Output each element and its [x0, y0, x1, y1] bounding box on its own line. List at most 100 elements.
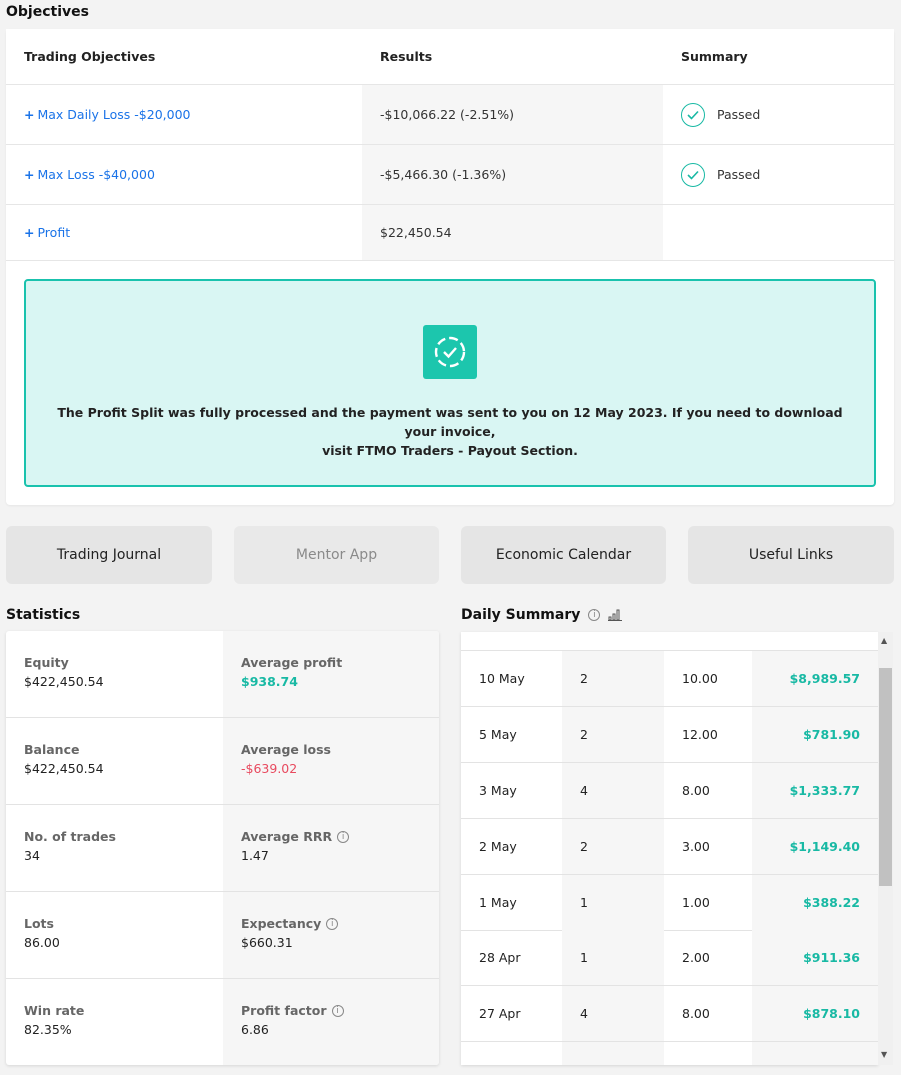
objective-result: -$5,466.30 (-1.36%) [362, 145, 663, 204]
statistics-card: Equity $422,450.54 Average profit $938.74 … [6, 631, 439, 1065]
equity-value: $422,450.54 [24, 674, 104, 689]
summary-status: Passed [717, 107, 761, 122]
table-row: 3 May 4 8.00 $1,333.77 [461, 763, 878, 819]
header-trading-objectives: Trading Objectives [6, 29, 362, 84]
objectives-card: Trading Objectives Results Summary + Max … [6, 29, 894, 505]
day-result: $911.36 [752, 930, 878, 985]
stat-row: Balance $422,450.54 Average loss -$639.02 [6, 718, 439, 805]
day-date: 28 Apr [479, 950, 521, 965]
average-loss-value: -$639.02 [241, 761, 298, 776]
day-result: $1,333.77 [752, 763, 878, 818]
payout-message-line-2: visit FTMO Traders - Payout Section. [322, 443, 578, 458]
info-icon[interactable]: i [588, 609, 601, 621]
day-lots: 12.00 [682, 727, 718, 742]
objectives-header-row: Trading Objectives Results Summary [6, 29, 894, 85]
day-result: $781.90 [752, 707, 878, 762]
summary-status: Passed [717, 167, 761, 182]
day-lots: 2.00 [682, 950, 710, 965]
day-date: 5 May [479, 727, 517, 742]
stat-row: No. of trades 34 Average RRR i 1.47 [6, 805, 439, 892]
average-rrr-text: Average RRR [241, 829, 333, 844]
objective-link-profit[interactable]: + Profit [6, 205, 362, 260]
table-row: 1 May 1 1.00 $388.22 [461, 875, 878, 931]
payout-message: The Profit Split was fully processed and… [46, 403, 854, 460]
daily-summary-scrollbar[interactable]: ▲ ▼ [878, 632, 893, 1065]
objective-row-profit: + Profit $22,450.54 [6, 205, 894, 261]
trades-count-value: 34 [24, 848, 40, 863]
balance-label: Balance [24, 742, 80, 757]
scrollbar-thumb[interactable] [879, 668, 892, 886]
win-rate-value: 82.35% [24, 1022, 72, 1037]
day-date: 1 May [479, 895, 517, 910]
daily-summary-header: Daily Summary i [461, 607, 623, 623]
day-trades: 4 [562, 986, 664, 1041]
day-trades: 1 [562, 930, 664, 985]
profit-factor-label: Profit factor i [241, 1003, 421, 1018]
lots-value: 86.00 [24, 935, 60, 950]
trading-journal-button[interactable]: Trading Journal [6, 526, 212, 584]
expectancy-text: Expectancy [241, 916, 322, 931]
day-trades: 4 [562, 763, 664, 818]
table-row: 28 Apr 1 2.00 $911.36 [461, 930, 878, 986]
info-icon[interactable]: i [326, 917, 339, 930]
day-lots: 8.00 [682, 1006, 710, 1021]
day-date: 27 Apr [479, 1006, 521, 1021]
lots-label: Lots [24, 916, 54, 931]
header-results: Results [362, 29, 663, 84]
day-trades: 1 [562, 875, 664, 930]
expectancy-value: $660.31 [241, 935, 293, 950]
day-trades: 2 [562, 819, 664, 874]
stat-row: Lots 86.00 Expectancy i $660.31 [6, 892, 439, 979]
day-lots: 10.00 [682, 671, 718, 686]
scroll-down-icon[interactable]: ▼ [881, 1050, 887, 1059]
objective-link-max-daily-loss[interactable]: + Max Daily Loss -$20,000 [6, 85, 362, 144]
objectives-title: Objectives [6, 4, 89, 20]
day-lots: 3.00 [682, 839, 710, 854]
day-result: $8,989.57 [752, 651, 878, 706]
economic-calendar-button[interactable]: Economic Calendar [461, 526, 666, 584]
average-rrr-value: 1.47 [241, 848, 269, 863]
day-trades: 2 [562, 707, 664, 762]
stat-row: Win rate 82.35% Profit factor i 6.86 [6, 979, 439, 1065]
objective-link-max-loss[interactable]: + Max Loss -$40,000 [6, 145, 362, 204]
scroll-up-icon[interactable]: ▲ [881, 636, 887, 645]
objective-summary: Passed [663, 145, 894, 204]
day-result: $878.10 [752, 986, 878, 1041]
expand-plus-icon: + [24, 107, 35, 122]
expand-plus-icon: + [24, 225, 35, 240]
bar-chart-icon[interactable] [608, 609, 623, 621]
info-icon[interactable]: i [331, 1004, 344, 1017]
mentor-app-button[interactable]: Mentor App [234, 526, 439, 584]
info-icon[interactable]: i [337, 830, 350, 843]
objective-label: Profit [37, 225, 71, 240]
day-result: $388.22 [752, 875, 878, 930]
objective-summary: Passed [663, 85, 894, 144]
table-row: 27 Apr 4 8.00 $878.10 [461, 986, 878, 1042]
table-row: 2 May 2 3.00 $1,149.40 [461, 819, 878, 875]
expectancy-label: Expectancy i [241, 916, 421, 931]
balance-value: $422,450.54 [24, 761, 104, 776]
day-date: 10 May [479, 671, 525, 686]
profit-factor-text: Profit factor [241, 1003, 327, 1018]
check-circle-icon [681, 162, 705, 187]
objective-summary [663, 205, 894, 260]
table-row: 10 May 2 10.00 $8,989.57 [461, 651, 878, 707]
day-lots: 8.00 [682, 783, 710, 798]
table-row [461, 632, 878, 651]
average-rrr-label: Average RRR i [241, 829, 421, 844]
payout-banner: The Profit Split was fully processed and… [24, 279, 876, 487]
useful-links-button[interactable]: Useful Links [688, 526, 894, 584]
daily-summary-table[interactable]: 10 May 2 10.00 $8,989.57 5 May 2 12.00 $781.90… [461, 632, 878, 1065]
average-loss-label: Average loss [241, 742, 331, 757]
win-rate-label: Win rate [24, 1003, 85, 1018]
table-row: 5 May 2 12.00 $781.90 [461, 707, 878, 763]
objective-result: -$10,066.22 (-2.51%) [362, 85, 663, 144]
equity-label: Equity [24, 655, 69, 670]
stat-row: Equity $422,450.54 Average profit $938.74 [6, 631, 439, 718]
check-circle-icon [681, 102, 705, 127]
profit-factor-value: 6.86 [241, 1022, 269, 1037]
table-row [461, 1042, 878, 1065]
payout-message-line-1: The Profit Split was fully processed and… [57, 405, 843, 439]
day-date: 2 May [479, 839, 517, 854]
statistics-title: Statistics [6, 607, 81, 623]
